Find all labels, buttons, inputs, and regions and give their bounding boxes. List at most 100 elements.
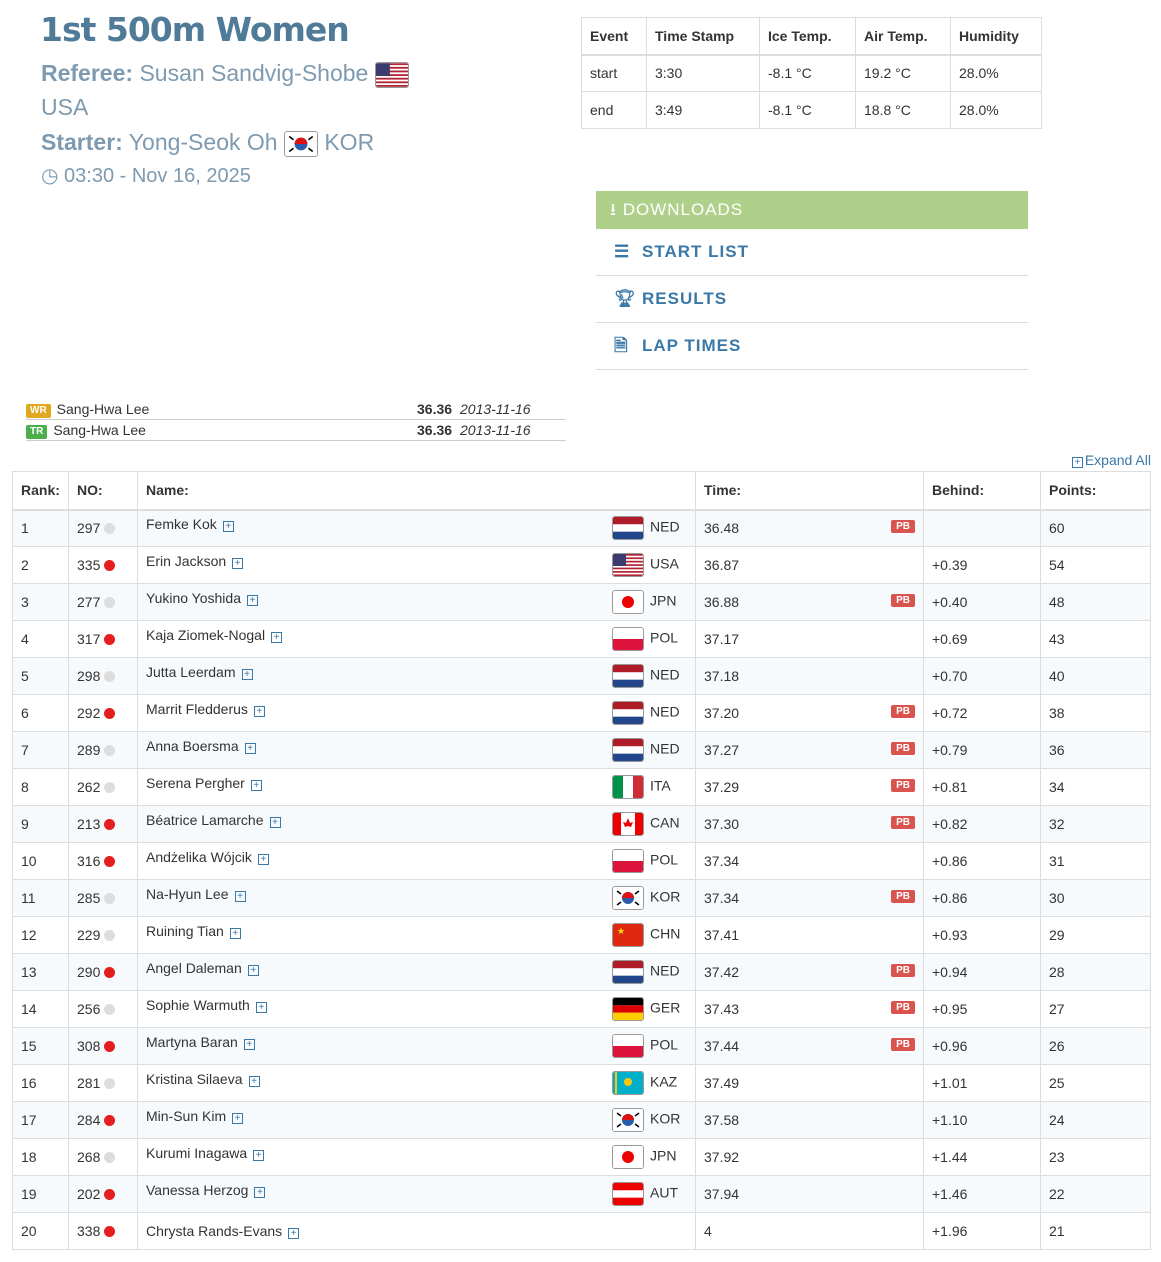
expand-icon[interactable]: + — [255, 1002, 267, 1013]
record-holder: Sang-Hwa Lee — [53, 422, 146, 438]
rank: 16 — [12, 1064, 69, 1102]
athlete-name[interactable]: Ruining Tian — [146, 923, 224, 939]
expand-icon[interactable]: + — [246, 595, 258, 606]
athlete-name[interactable]: Kristina Silaeva — [146, 1071, 243, 1087]
starter-line: Starter: Yong-Seok Oh KOR — [41, 129, 374, 157]
table-row: 3 277 JPN Yukino Yoshida + PB 36.88 +0.40 4… — [12, 583, 1151, 621]
time-cell: PB 37.43 — [695, 990, 924, 1028]
athlete-name[interactable]: Sophie Warmuth — [146, 997, 250, 1013]
athlete-name[interactable]: Na-Hyun Lee — [146, 886, 229, 902]
athlete-name[interactable]: Béatrice Lamarche — [146, 812, 264, 828]
kaz-flag-icon — [612, 1071, 644, 1095]
table-row: 17 284 KOR Min-Sun Kim + 37.58 +1.10 24 — [12, 1101, 1151, 1139]
rank: 11 — [12, 879, 69, 917]
expand-all-link[interactable]: + Expand All — [1071, 452, 1151, 468]
expand-icon[interactable]: + — [269, 817, 281, 828]
expand-icon[interactable]: + — [229, 928, 241, 939]
expand-icon[interactable]: + — [257, 854, 269, 865]
results-link[interactable]: 🏆︎ RESULTS — [596, 276, 1028, 323]
athlete-name[interactable]: Anna Boersma — [146, 738, 239, 754]
bib: 277 — [68, 583, 138, 621]
rank: 1 — [12, 509, 69, 547]
status-dot-icon — [104, 856, 116, 867]
time: 4 — [704, 1223, 712, 1239]
athlete-name[interactable]: Chrysta Rands-Evans — [146, 1223, 282, 1239]
expand-icon[interactable]: + — [288, 1228, 300, 1239]
status-dot-icon — [104, 967, 116, 978]
expand-icon[interactable]: + — [234, 891, 246, 902]
athlete-name[interactable]: Yukino Yoshida — [146, 590, 241, 606]
athlete-name[interactable]: Jutta Leerdam — [146, 664, 236, 680]
country-code: KAZ — [650, 1073, 678, 1090]
status-dot-icon — [104, 1226, 116, 1237]
col-header: Air Temp. — [855, 17, 951, 56]
country: POL — [612, 849, 687, 873]
start-list-link[interactable]: ☰ START LIST — [596, 229, 1028, 276]
referee-name: Susan Sandvig-Shobe — [139, 60, 369, 86]
expand-icon[interactable]: + — [232, 558, 244, 569]
expand-icon[interactable]: + — [250, 780, 262, 791]
athlete-name[interactable]: Martyna Baran — [146, 1034, 238, 1050]
behind: +0.39 — [923, 546, 1041, 584]
athlete-name[interactable]: Vanessa Herzog — [146, 1182, 248, 1198]
behind — [923, 509, 1041, 547]
athlete-name[interactable]: Kaja Ziomek-Nogal — [146, 627, 265, 643]
rank: 3 — [12, 583, 69, 621]
status-dot-icon — [104, 523, 116, 535]
expand-icon[interactable]: + — [253, 1150, 265, 1161]
athlete-name[interactable]: Kurumi Inagawa — [146, 1145, 247, 1161]
rank: 14 — [12, 990, 69, 1028]
rank: 13 — [12, 953, 69, 991]
country: KOR — [612, 1108, 687, 1132]
behind: +0.82 — [923, 805, 1041, 843]
country-code: KOR — [650, 888, 681, 905]
bib-number: 335 — [77, 557, 101, 573]
jpn-flag-icon — [612, 1145, 644, 1169]
athlete-name[interactable]: Serena Pergher — [146, 775, 245, 791]
expand-icon[interactable]: + — [254, 1187, 266, 1198]
cell: 19.2 °C — [855, 54, 951, 92]
athlete-name[interactable]: Angel Daleman — [146, 960, 242, 976]
lap-times-link[interactable]: 🗎 LAP TIMES — [596, 323, 1028, 370]
col-no: NO: — [68, 471, 138, 511]
expand-icon[interactable]: + — [247, 965, 259, 976]
behind: +0.94 — [923, 953, 1041, 991]
pb-badge: PB — [891, 1038, 915, 1051]
cell: 28.0% — [950, 54, 1042, 92]
country-code: JPN — [650, 592, 677, 609]
time: 36.88 — [704, 594, 740, 610]
athlete-name[interactable]: Min-Sun Kim — [146, 1108, 226, 1124]
expand-icon[interactable]: + — [232, 1113, 244, 1124]
pb-badge: PB — [891, 964, 915, 977]
expand-icon[interactable]: + — [271, 632, 283, 643]
expand-icon[interactable]: + — [243, 1039, 255, 1050]
usa-flag-icon — [612, 553, 644, 577]
table-row: 20 338 Chrysta Rands-Evans + 4 +1.96 21 — [12, 1212, 1151, 1250]
expand-icon[interactable]: + — [241, 669, 253, 680]
expand-icon[interactable]: + — [222, 521, 234, 533]
page-title: 1st 500m Women — [40, 10, 350, 49]
expand-icon[interactable]: + — [248, 1076, 260, 1087]
table-row: 11 285 KOR Na-Hyun Lee + PB 37.34 +0.86 30 — [12, 879, 1151, 917]
name-cell: NED Anna Boersma + — [137, 731, 696, 769]
athlete-name[interactable]: Erin Jackson — [146, 553, 226, 569]
athlete-name[interactable]: Femke Kok — [146, 516, 217, 532]
cell: -8.1 °C — [759, 91, 856, 129]
country: GER — [612, 997, 687, 1021]
behind: +0.79 — [923, 731, 1041, 769]
country-code: GER — [650, 999, 681, 1016]
expand-icon[interactable]: + — [253, 706, 265, 717]
col-name: Name: — [137, 471, 696, 511]
downloads-panel: ⭳ DOWNLOADS ☰ START LIST 🏆︎ RESULTS 🗎 LAP T… — [596, 191, 1028, 370]
bib: 335 — [68, 546, 138, 584]
cell: start — [581, 54, 647, 92]
time: 37.42 — [704, 964, 740, 980]
expand-icon[interactable]: + — [244, 743, 256, 754]
record-time: 36.36 — [417, 401, 453, 417]
country-code: USA — [650, 555, 679, 572]
athlete-name[interactable]: Andżelika Wójcik — [146, 849, 252, 865]
table-row: 16 281 KAZ Kristina Silaeva + 37.49 +1.01 … — [12, 1064, 1151, 1102]
starter-country: KOR — [324, 129, 375, 155]
athlete-name[interactable]: Marrit Fledderus — [146, 701, 248, 717]
bib-number: 338 — [77, 1223, 101, 1239]
